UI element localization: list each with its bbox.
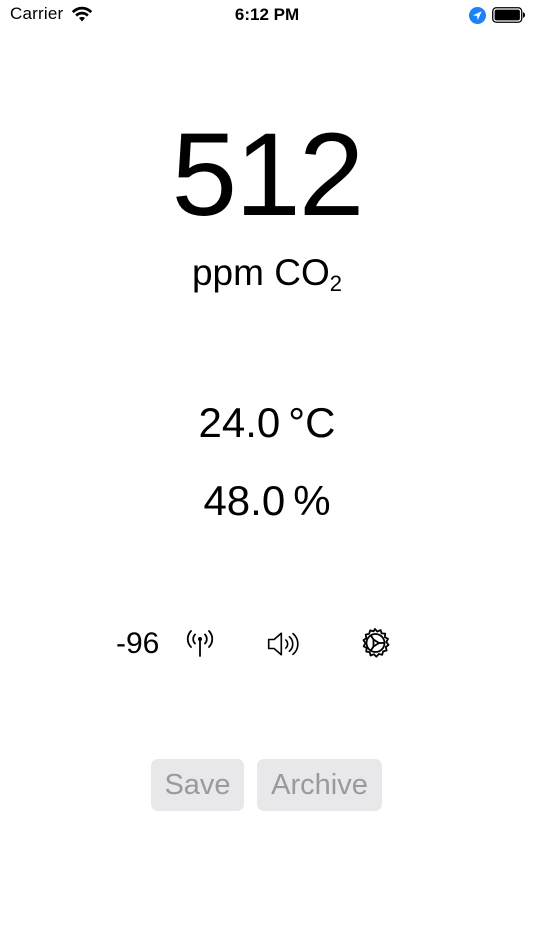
- temperature-value: 24.0: [198, 399, 281, 446]
- battery-icon: [492, 7, 525, 23]
- humidity-value: 48.0: [203, 477, 286, 524]
- co2-unit-text: ppm CO: [191, 252, 330, 293]
- save-button[interactable]: Save: [151, 759, 244, 811]
- co2-unit-subscript: 2: [329, 271, 342, 296]
- control-row: -96: [0, 624, 534, 666]
- co2-reading: 512: [171, 109, 365, 241]
- archive-button[interactable]: Archive: [257, 759, 382, 811]
- location-arrow-icon: [469, 7, 486, 24]
- status-bar: Carrier 6:12 PM: [0, 0, 534, 30]
- signal-strength-value: -96: [116, 627, 160, 660]
- speaker-icon[interactable]: [266, 626, 302, 662]
- temperature-reading: 24.0 °C: [0, 398, 534, 448]
- antenna-icon[interactable]: [182, 626, 218, 662]
- gear-icon[interactable]: [357, 626, 393, 662]
- temperature-unit: °C: [288, 399, 336, 446]
- humidity-reading: 48.0%: [0, 476, 534, 526]
- clock: 6:12 PM: [234, 5, 300, 24]
- humidity-unit: %: [293, 477, 331, 524]
- co2-unit-label: ppm CO2: [0, 251, 534, 306]
